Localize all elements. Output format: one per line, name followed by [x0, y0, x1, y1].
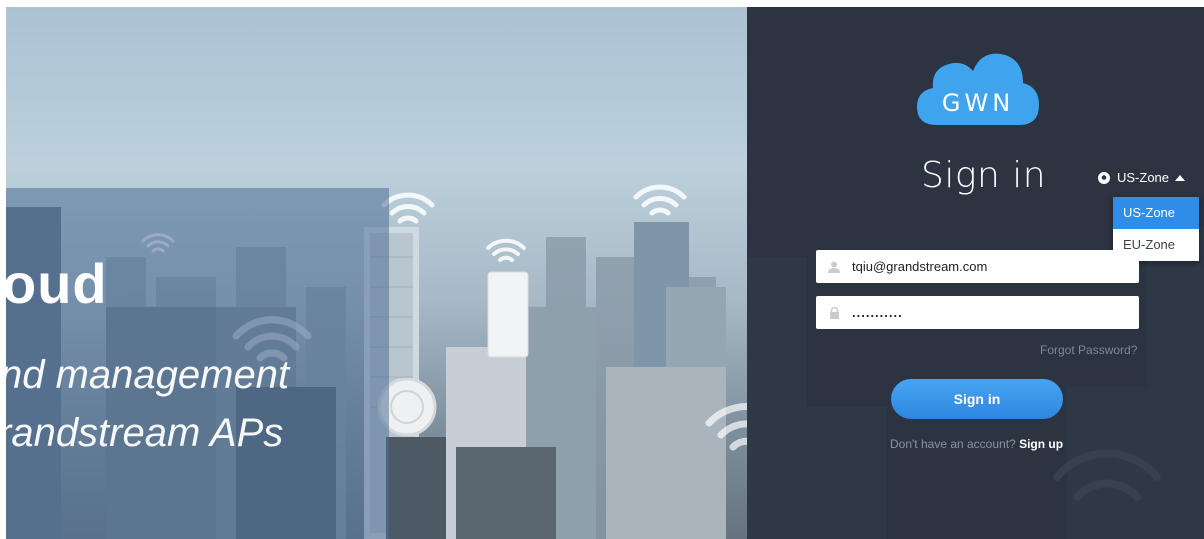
zone-option-us[interactable]: US-Zone	[1113, 197, 1199, 229]
cloud-logo-icon: GWN	[917, 53, 1039, 125]
hero-tagline-line2: randstream APs	[6, 411, 284, 455]
caret-up-icon	[1175, 174, 1186, 181]
signup-prompt: Don't have an account?	[890, 437, 1016, 451]
location-pin-icon	[1098, 171, 1110, 184]
login-panel: GWN Sign in US-Zone US-Zone EU-Zone tqiu…	[747, 7, 1204, 539]
zone-selector[interactable]: US-Zone	[1097, 170, 1186, 185]
password-field[interactable]	[852, 305, 1132, 320]
signup-row: Don't have an account? Sign up	[890, 437, 1063, 451]
forgot-password-link[interactable]: Forgot Password?	[1040, 343, 1137, 357]
gwn-logo: GWN	[915, 45, 1041, 131]
logo-text: GWN	[942, 89, 1014, 117]
email-field-wrapper	[816, 250, 1139, 283]
user-icon	[816, 261, 852, 273]
email-field[interactable]	[852, 259, 1132, 274]
password-field-wrapper	[816, 296, 1139, 329]
signup-link[interactable]: Sign up	[1019, 437, 1063, 451]
hero-headline: oud	[6, 252, 108, 315]
zone-selected-label: US-Zone	[1117, 170, 1170, 185]
signin-title: Sign in	[921, 155, 1047, 196]
hero-tagline-line1: nd management	[6, 353, 290, 397]
signin-button[interactable]: Sign in	[891, 379, 1063, 419]
lock-icon	[816, 306, 852, 319]
hero-banner: oud nd management randstream APs	[6, 7, 747, 539]
